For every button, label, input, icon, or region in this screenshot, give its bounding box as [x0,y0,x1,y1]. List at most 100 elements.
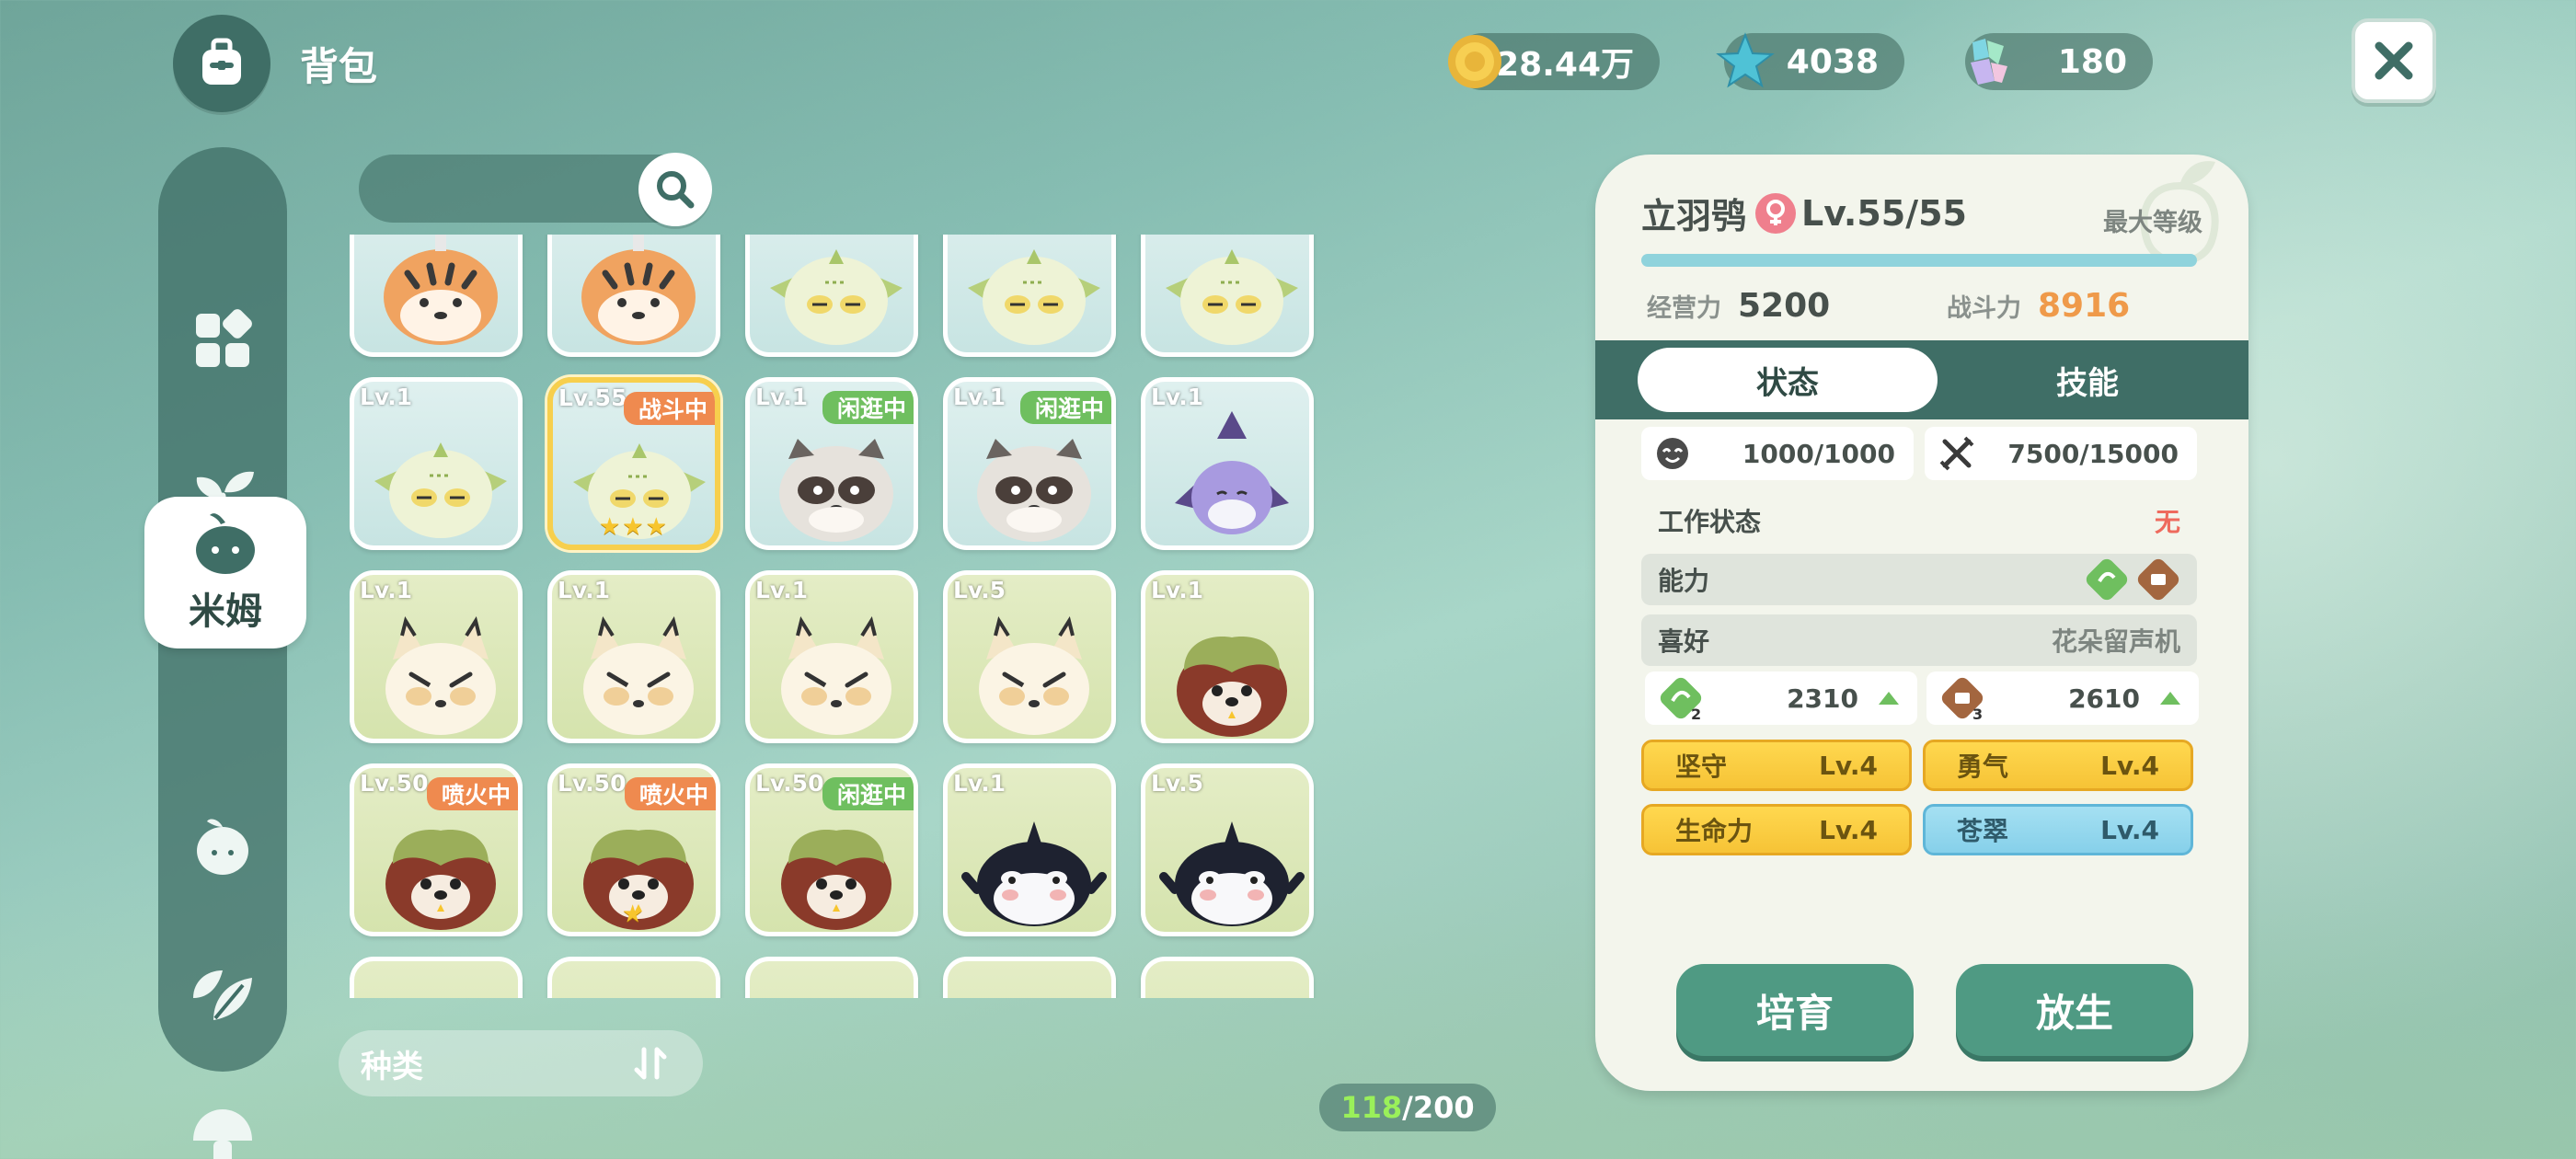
leaf-icon [193,970,252,1020]
brown-ability-icon: 3 [1941,677,1984,721]
gem-cluster-icon [1971,39,2007,85]
card-level: Lv.1 [953,384,1006,410]
creature-card[interactable]: Lv.50 闲逛中 [745,763,918,936]
card-status-badge: 闲逛中 [822,777,914,810]
creature-card[interactable] [745,235,918,357]
trait-name: 生命力 [1675,816,1754,846]
brown-ability-icon [2137,558,2179,601]
capacity-current: 118 [1340,1090,1403,1125]
food-value: 7500/15000 [2007,438,2179,469]
ability-row: 能力 [1641,554,2197,605]
mood-stat: 1000/1000 [1641,427,1914,480]
backpack-icon [173,15,270,112]
creature-card[interactable]: Lv.1 [943,763,1116,936]
creature-card[interactable]: Lv.1 [1141,377,1314,550]
creature-card[interactable]: Lv.50 喷火中 ★ [547,763,720,936]
card-status-badge: 战斗中 [623,392,715,425]
tab-skills[interactable]: 技能 [1963,348,2212,412]
card-status-badge: 闲逛中 [1019,391,1111,424]
creature-card[interactable] [547,957,720,998]
ability-a-stat: 2 2310 [1645,671,1917,725]
fox-creature-icon [959,595,1110,739]
tab-status[interactable]: 状态 [1638,348,1938,412]
card-stars: ★★★ [599,513,669,541]
currency-gold: 28.44万 [1448,33,1660,90]
sidebar-active-label: 米姆 [189,590,262,633]
creature-level: Lv.55/55 [1801,192,1967,234]
svg-text:2: 2 [1691,706,1701,721]
arrow-up-icon [2160,692,2180,705]
card-level: Lv.1 [755,577,809,603]
creature-card[interactable]: Lv.1 [1141,570,1314,743]
sidebar-item-leaves[interactable] [158,938,287,1049]
creature-card[interactable] [350,957,523,998]
sidebar-item-mimu[interactable]: 米姆 [144,497,306,648]
manage-stat: 经营力 5200 [1647,287,1830,325]
trait-level: Lv.4 [1819,750,1878,781]
sidebar-item-all[interactable] [158,285,287,396]
manage-value: 5200 [1738,287,1831,325]
hobby-value: 花朵留声机 [2051,626,2180,657]
creature-card[interactable] [1141,957,1314,998]
creature-card[interactable] [1141,235,1314,357]
work-status-value: 无 [2154,507,2180,537]
fox-creature-icon [365,595,516,739]
grid-icon [196,309,252,367]
ability-a-value: 2310 [1787,683,1858,714]
mushroom-icon [193,1109,252,1159]
creature-card[interactable]: Lv.1 [350,570,523,743]
card-status-badge: 喷火中 [426,777,518,810]
sidebar-item-mushroom[interactable] [158,1085,287,1159]
creature-card[interactable]: Lv.1 [547,570,720,743]
female-icon [1755,192,1797,234]
card-level: Lv.1 [558,577,611,603]
search-button[interactable] [638,153,712,226]
creature-card[interactable]: Lv.1 闲逛中 [745,377,918,550]
creature-card[interactable]: Lv.5 [1141,763,1314,936]
tiger-creature-icon [563,235,714,352]
trait-level: Lv.4 [2100,814,2159,845]
creature-card[interactable] [745,957,918,998]
ability-b-value: 2610 [2068,683,2140,714]
sort-dropdown[interactable]: 种类 [339,1030,703,1096]
creature-card[interactable] [547,235,720,357]
release-button[interactable]: 放生 [1956,964,2193,1056]
trait-guard[interactable]: 坚守 Lv.4 [1641,740,1912,791]
creature-card[interactable]: Lv.1 [350,377,523,550]
currency-gem: 180 [1965,33,2153,90]
creature-card[interactable]: Lv.5 [943,570,1116,743]
creature-card[interactable]: Lv.50 喷火中 [350,763,523,936]
mood-value: 1000/1000 [1742,438,1895,469]
trait-vitality[interactable]: 生命力 Lv.4 [1641,804,1912,855]
owl-creature-icon [365,402,516,545]
fruit-icon [197,819,248,875]
bag-header: 背包 [173,15,377,112]
creature-card[interactable] [943,235,1116,357]
arrow-up-icon [1879,692,1899,705]
mimu-icon [196,512,255,574]
card-level: Lv.55 [558,384,627,411]
sidebar-item-fruit[interactable] [158,791,287,901]
green-ability-icon [2086,558,2128,601]
creature-card[interactable] [350,235,523,357]
creature-card[interactable]: Lv.1 闲逛中 [943,377,1116,550]
breed-button[interactable]: 培育 [1676,964,1914,1056]
close-button[interactable] [2352,18,2436,103]
trait-name: 勇气 [1957,752,2009,782]
card-level: Lv.50 [558,770,627,797]
gem-amount: 180 [2057,42,2127,81]
creature-card[interactable]: Lv.1 [745,570,918,743]
sort-label: 种类 [361,1048,423,1085]
raccoon-creature-icon [959,402,1110,545]
creature-card[interactable]: Lv.55 战斗中 ★★★ [547,377,720,550]
star-crystal-icon [1716,32,1775,88]
trait-verdant[interactable]: 苍翠 Lv.4 [1923,804,2193,855]
card-level: Lv.1 [1151,384,1204,410]
ability-label: 能力 [1658,566,1710,596]
face-icon [1657,438,1688,469]
page-title: 背包 [300,43,378,89]
work-status-row: 工作状态 无 [1641,495,2197,546]
creature-card[interactable] [943,957,1116,998]
trait-courage[interactable]: 勇气 Lv.4 [1923,740,2193,791]
fox-creature-icon [563,595,714,739]
